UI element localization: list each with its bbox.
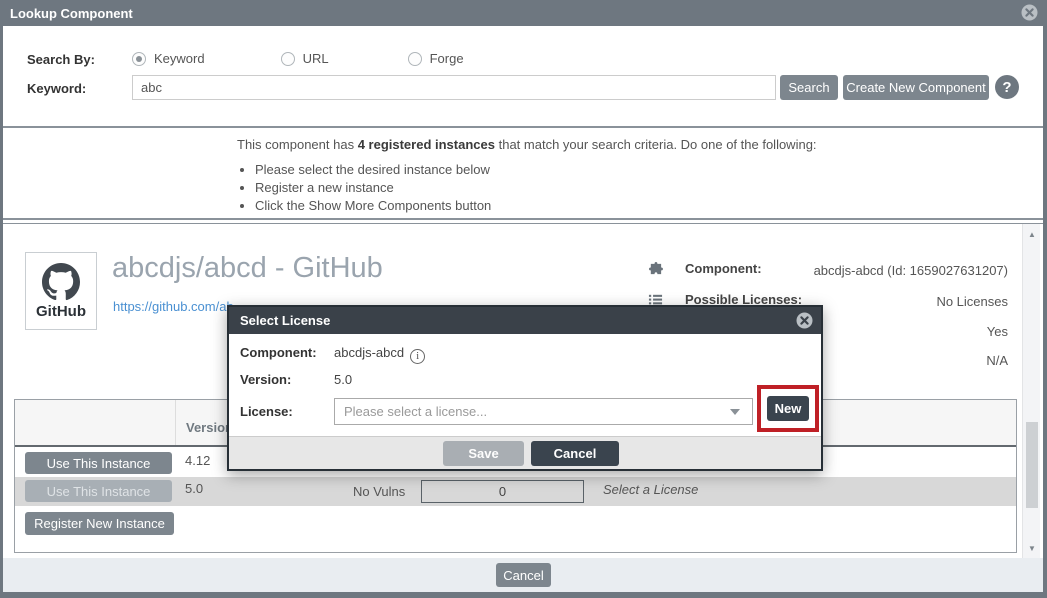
license-dropdown[interactable]: Please select a license...: [334, 398, 753, 425]
modal-cancel-button[interactable]: Cancel: [531, 441, 619, 466]
dialog-titlebar: Lookup Component: [0, 0, 1047, 26]
select-license-modal: Select License Component: abcdjs-abcdi V…: [227, 305, 823, 471]
scrollbar-thumb[interactable]: [1026, 422, 1038, 508]
notice-text-prefix: This component has: [237, 137, 358, 152]
modal-component-value: abcdjs-abcdi: [334, 345, 425, 364]
notice-text-suffix: that match your search criteria. Do one …: [495, 137, 817, 152]
github-logo: GitHub: [25, 252, 97, 330]
search-button[interactable]: Search: [780, 75, 838, 100]
dialog-title: Lookup Component: [0, 6, 133, 21]
modal-save-button[interactable]: Save: [443, 441, 524, 466]
help-icon[interactable]: ?: [995, 75, 1019, 99]
use-this-instance-button[interactable]: Use This Instance: [25, 452, 172, 474]
radio-url-label: URL: [303, 51, 329, 66]
version-column-header: Version: [186, 420, 233, 435]
radio-keyword-label: Keyword: [154, 51, 205, 66]
keyword-label: Keyword:: [27, 81, 86, 96]
modal-component-label: Component:: [240, 345, 317, 360]
modal-version-label: Version:: [240, 372, 291, 387]
instance-version: 5.0: [185, 481, 203, 496]
radio-unselected-icon: [408, 52, 422, 66]
dialog-cancel-button[interactable]: Cancel: [496, 563, 551, 587]
notice-bullet: Please select the desired instance below: [255, 162, 817, 177]
radio-url[interactable]: URL: [281, 51, 329, 66]
window-edge-left: [0, 26, 3, 592]
section-divider: [3, 218, 1043, 220]
radio-forge-label: Forge: [430, 51, 464, 66]
component-id-label: Component:: [685, 261, 762, 276]
modal-title: Select License: [229, 313, 330, 328]
close-icon[interactable]: [1021, 4, 1038, 21]
info-icon[interactable]: i: [410, 349, 425, 364]
create-new-component-button[interactable]: Create New Component: [843, 75, 989, 100]
octocat-icon: [42, 263, 80, 301]
scroll-up-icon[interactable]: ▲: [1023, 226, 1041, 242]
new-license-button[interactable]: New: [767, 396, 809, 421]
detail-value-na: N/A: [986, 353, 1008, 368]
select-license-hint: Select a License: [603, 482, 698, 497]
detail-value-yes: Yes: [987, 324, 1008, 339]
modal-close-icon[interactable]: [796, 312, 813, 329]
search-by-label: Search By:: [27, 52, 95, 67]
vulns-status: No Vulns: [353, 484, 405, 499]
window-edge-right: [1043, 26, 1047, 592]
chevron-down-icon: [730, 409, 740, 415]
modal-version-value: 5.0: [334, 372, 352, 387]
register-new-instance-button[interactable]: Register New Instance: [25, 512, 174, 535]
window-edge-bottom: [0, 592, 1047, 598]
vuln-count-field[interactable]: [421, 480, 584, 503]
section-divider: [3, 223, 1043, 224]
lookup-component-dialog: Lookup Component Search By: Keyword URL …: [0, 0, 1047, 598]
notice-bullet: Click the Show More Components button: [255, 198, 817, 213]
modal-license-label: License:: [240, 404, 293, 419]
radio-keyword[interactable]: Keyword: [132, 51, 205, 66]
vertical-scrollbar: ▲ ▼: [1022, 224, 1040, 558]
github-logo-text: GitHub: [36, 303, 86, 320]
component-title: abcdjs/abcd - GitHub: [112, 252, 383, 285]
keyword-input[interactable]: [132, 75, 776, 100]
possible-licenses-value: No Licenses: [936, 294, 1008, 309]
scroll-down-icon[interactable]: ▼: [1023, 540, 1041, 556]
notice-count: 4 registered instances: [358, 137, 495, 152]
modal-titlebar: Select License: [229, 307, 821, 334]
column-divider: [175, 400, 176, 445]
section-divider: [3, 126, 1043, 128]
use-this-instance-button-disabled[interactable]: Use This Instance: [25, 480, 172, 502]
notice-bullet: Register a new instance: [255, 180, 817, 195]
component-url-link[interactable]: https://github.com/ab: [113, 299, 234, 314]
license-dropdown-placeholder: Please select a license...: [335, 404, 730, 419]
puzzle-icon: [648, 261, 663, 276]
radio-forge[interactable]: Forge: [408, 51, 464, 66]
instance-version: 4.12: [185, 453, 210, 468]
radio-selected-icon: [132, 52, 146, 66]
search-by-radio-group: Keyword URL Forge: [132, 51, 464, 66]
instance-row-selected: Use This Instance 5.0 No Vulns Select a …: [15, 477, 1016, 506]
radio-unselected-icon: [281, 52, 295, 66]
modal-footer: Save Cancel: [229, 436, 821, 469]
component-id-value: abcdjs-abcd (Id: 1659027631207): [814, 263, 1008, 278]
search-result-notice: This component has 4 registered instance…: [237, 137, 817, 216]
notice-bullet-list: Please select the desired instance below…: [255, 162, 817, 213]
